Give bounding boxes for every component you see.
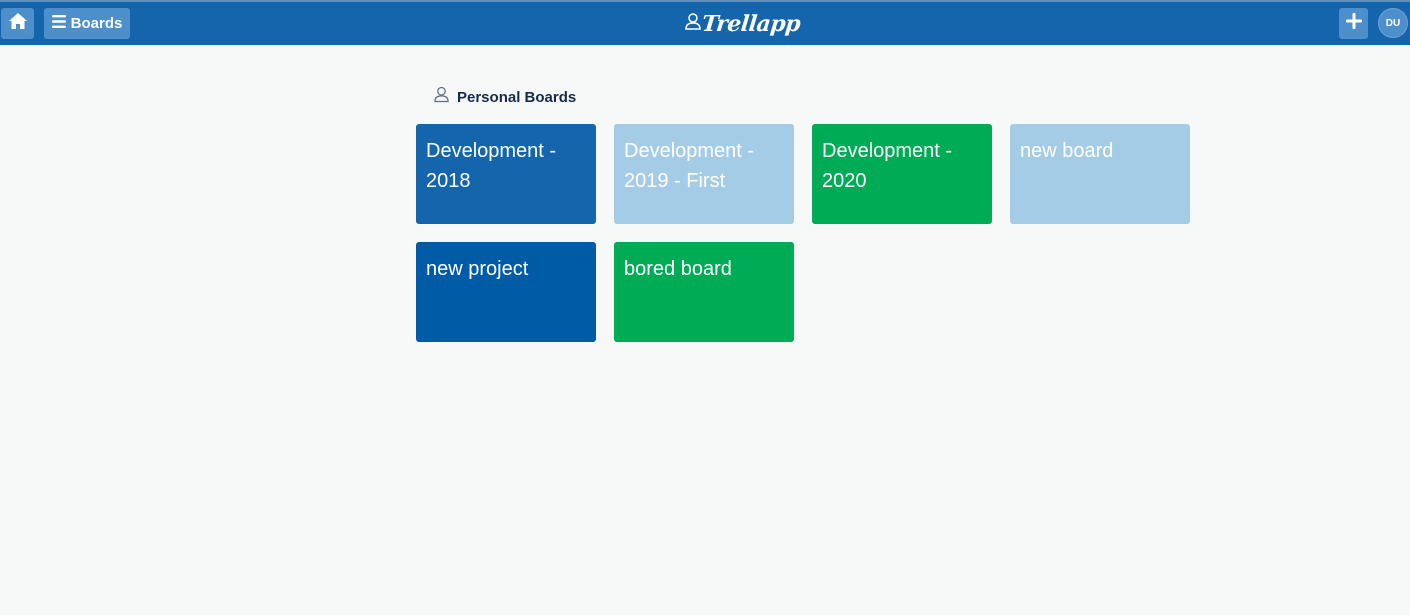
section-header: Personal Boards xyxy=(434,86,576,108)
user-icon xyxy=(685,13,701,35)
menu-icon xyxy=(51,14,66,33)
board-tile[interactable]: new project xyxy=(416,242,596,342)
board-tile[interactable]: bored board xyxy=(614,242,794,342)
board-title: new project xyxy=(426,258,529,280)
board-tile[interactable]: new board xyxy=(1010,124,1190,224)
section-title: Personal Boards xyxy=(457,88,577,106)
logo-text: Trellapp xyxy=(700,11,802,37)
board-title: Development - 2020 xyxy=(822,140,953,192)
board-tile[interactable]: Development - 2019 - First xyxy=(614,124,794,224)
board-tile[interactable]: Development - 2020 xyxy=(812,124,992,224)
plus-icon xyxy=(1345,13,1362,34)
user-icon xyxy=(434,86,449,108)
home-icon xyxy=(8,12,28,35)
home-button[interactable] xyxy=(1,8,34,39)
board-tile[interactable]: Development - 2018 xyxy=(416,124,596,224)
avatar[interactable]: DU xyxy=(1378,8,1408,38)
board-title: Development - 2018 xyxy=(426,140,557,192)
app-logo[interactable]: Trellapp xyxy=(685,8,802,40)
boards-button-label: Boards xyxy=(70,15,123,32)
add-button[interactable] xyxy=(1339,8,1368,39)
boards-button[interactable]: Boards xyxy=(44,8,130,39)
board-title: new board xyxy=(1020,140,1114,162)
board-title: bored board xyxy=(624,258,732,280)
top-bar: Boards Trellapp DU xyxy=(0,0,1410,45)
board-title: Development - 2019 - First xyxy=(624,140,755,192)
